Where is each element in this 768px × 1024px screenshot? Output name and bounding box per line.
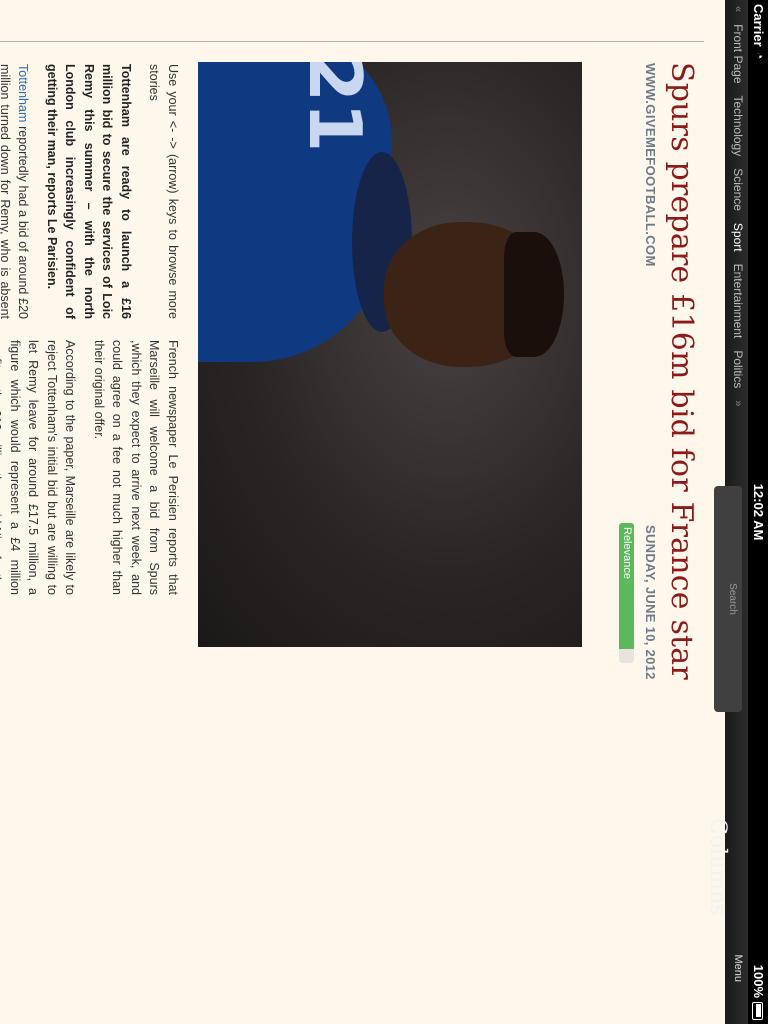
nav-item-science[interactable]: Science [731, 168, 745, 211]
photo-hair [504, 232, 564, 357]
nav-categories: « Front Page Technology Science Sport Enterta… [731, 0, 745, 412]
clock: 12:02 AM [751, 483, 766, 541]
jersey-number: 21 [293, 62, 377, 153]
article-source-link[interactable]: WWW.GIVEMEFOOTBALL.COM [643, 63, 658, 267]
article-title: Spurs prepare £16m bid for France star [664, 62, 699, 680]
browse-hint: Use your <- -> (arrow) keys to browse mo… [147, 64, 181, 319]
article-column-right: French newspaper Le Perisien reports tha… [0, 340, 182, 595]
source-link[interactable]: reports Le Parisien [45, 172, 59, 285]
divider [0, 41, 704, 42]
paragraph: French newspaper Le Perisien reports tha… [92, 340, 180, 595]
relevance-label: Relevance [621, 527, 633, 579]
nav-prev-icon[interactable]: « [732, 6, 744, 12]
battery-percentage: 100% [751, 964, 766, 998]
search-placeholder: Search [727, 583, 738, 615]
article-date: SUNDAY, JUNE 10, 2012 [643, 525, 658, 680]
nav-item-sport[interactable]: Sport [731, 223, 745, 252]
nav-item-entertainment[interactable]: Entertainment [731, 264, 745, 339]
nav-item-politics[interactable]: Politics [731, 350, 745, 388]
app-brand: Columns [705, 818, 730, 916]
paragraph: Tottenham reportedly had a bid of around… [0, 64, 33, 319]
status-bar: Carrier ◔ 12:02 AM 100% [748, 0, 768, 1024]
nav-item-front-page[interactable]: Front Page [731, 24, 745, 83]
nav-next-icon[interactable]: » [732, 400, 744, 406]
relevance-meter: Relevance [619, 523, 634, 663]
lead-paragraph: Tottenham are ready to launch a £16 mill… [43, 64, 136, 319]
paragraph: According to the paper, Marseille are li… [0, 340, 78, 595]
battery-icon [752, 1002, 763, 1020]
nav-item-technology[interactable]: Technology [731, 96, 745, 157]
lead-end: . [45, 285, 59, 290]
article-photo: 21 [198, 62, 582, 647]
nav-bar: « Front Page Technology Science Sport Enterta… [705, 0, 748, 1024]
article-column-left: Use your <- -> (arrow) keys to browse mo… [0, 64, 182, 319]
menu-button[interactable]: Menu [732, 954, 744, 982]
tottenham-link[interactable]: Tottenham [17, 64, 31, 122]
app-canvas: Carrier ◔ 12:02 AM 100% « Front Page Techn… [0, 0, 768, 1024]
search-input[interactable]: Search [714, 486, 742, 712]
